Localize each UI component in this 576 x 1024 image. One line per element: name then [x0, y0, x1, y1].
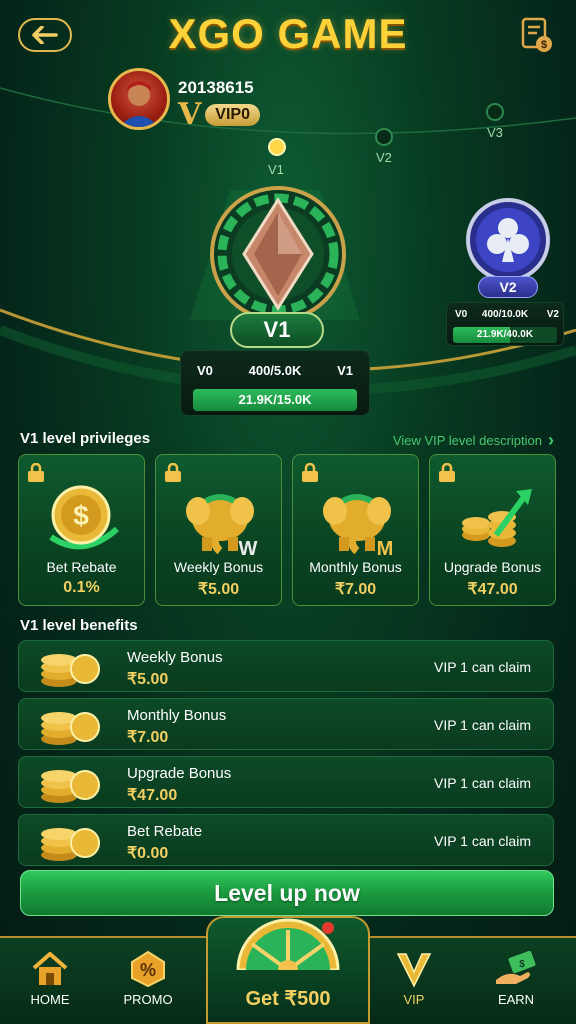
- dollar-coin-icon: $: [49, 485, 119, 550]
- next-bet-text: 21.9K/40.0K: [476, 329, 534, 340]
- get-bonus-label: Get ₹500: [245, 988, 331, 1010]
- privilege-name: Weekly Bonus: [173, 559, 264, 575]
- coin-stack-icon: [41, 770, 100, 803]
- benefit-value: ₹5.00: [127, 671, 169, 688]
- next-exp-text: 400/10.0K: [481, 309, 529, 320]
- privilege-value: ₹5.00: [197, 581, 240, 598]
- nav-promo[interactable]: % PROMO: [108, 950, 188, 1020]
- benefit-item-weekly-bonus[interactable]: Weekly Bonus ₹5.00 VIP 1 can claim: [18, 640, 554, 692]
- privilege-card-weekly-bonus[interactable]: W Weekly Bonus ₹5.00: [155, 454, 282, 606]
- view-vip-description-link[interactable]: View VIP level description ›: [393, 430, 554, 451]
- next-level-panel: V0 400/10.0K V2 21.9K/40.0K: [446, 302, 564, 346]
- benefit-value: ₹7.00: [127, 729, 169, 746]
- track-node-v2: [375, 128, 393, 146]
- nav-promo-label: PROMO: [123, 992, 173, 1007]
- privilege-value: ₹7.00: [334, 581, 377, 598]
- privilege-card-upgrade-bonus[interactable]: Upgrade Bonus ₹47.00: [429, 454, 556, 606]
- home-icon: [32, 952, 68, 985]
- svg-text:M: M: [377, 538, 394, 559]
- nav-earn[interactable]: $ EARN: [476, 950, 556, 1020]
- next-bet-progress: 21.9K/40.0K: [453, 327, 557, 343]
- current-level-panel: V0 400/5.0K V1 21.9K/15.0K: [180, 350, 370, 416]
- vip-v-icon: [396, 953, 432, 988]
- bet-record-button[interactable]: $: [520, 16, 554, 54]
- vip-letter: V: [178, 97, 202, 132]
- svg-text:$: $: [541, 39, 547, 51]
- v2-medal[interactable]: [466, 198, 550, 282]
- nav-vip[interactable]: VIP: [374, 950, 454, 1020]
- coin-stack-icon: [41, 828, 100, 861]
- gold-elephant-icon: W: [186, 494, 258, 559]
- svg-text:%: %: [140, 960, 156, 980]
- nav-vip-label: VIP: [403, 992, 425, 1007]
- benefit-value: ₹0.00: [127, 845, 169, 862]
- benefit-item-monthly-bonus[interactable]: Monthly Bonus ₹7.00 VIP 1 can claim: [18, 698, 554, 750]
- view-vip-description-label: View VIP level description: [392, 433, 542, 448]
- benefit-claim-status: VIP 1 can claim: [433, 833, 531, 849]
- benefit-item-upgrade-bonus[interactable]: Upgrade Bonus ₹47.00 VIP 1 can claim: [18, 756, 554, 808]
- current-to-level: V1: [337, 363, 353, 378]
- track-node-v1: [268, 138, 286, 156]
- club-medal-icon: [466, 198, 550, 282]
- svg-text:W: W: [239, 538, 258, 559]
- benefit-item-bet-rebate[interactable]: Bet Rebate ₹0.00 VIP 1 can claim: [18, 814, 554, 866]
- vip-badge: V VIP0: [178, 97, 260, 132]
- benefit-name: Monthly Bonus: [127, 707, 227, 724]
- bet-record-icon: $: [521, 17, 552, 52]
- privileges-row: $ Bet Rebate 0.1% W Weekly Bonus ₹5.00 M…: [18, 454, 558, 606]
- privilege-card-monthly-bonus[interactable]: M Monthly Bonus ₹7.00: [292, 454, 419, 606]
- coin-stack-icon: [41, 654, 100, 687]
- privilege-value: 0.1%: [63, 579, 100, 596]
- benefit-claim-status: VIP 1 can claim: [433, 659, 531, 675]
- top-bar: XGO GAME $: [0, 0, 576, 70]
- promo-icon: %: [131, 950, 165, 988]
- coins-upgrade-icon: [462, 489, 532, 547]
- gold-elephant-icon: M: [323, 494, 394, 559]
- current-level-pill: V1: [230, 312, 324, 348]
- vip-level: VIP0: [205, 104, 260, 126]
- get-bonus-button[interactable]: Get ₹500: [206, 916, 370, 1024]
- track-node-v3: [486, 103, 504, 121]
- benefit-name: Weekly Bonus: [127, 649, 223, 666]
- track-label-v2: V2: [376, 150, 392, 165]
- user-id: 20138615: [178, 78, 254, 97]
- privilege-name: Monthly Bonus: [309, 559, 402, 575]
- benefit-claim-status: VIP 1 can claim: [433, 775, 531, 791]
- svg-text:$: $: [519, 959, 525, 970]
- current-bet-progress: 21.9K/15.0K: [193, 389, 357, 411]
- coin-stack-icon: [41, 712, 100, 745]
- nav-earn-label: EARN: [497, 992, 535, 1007]
- privilege-value: ₹47.00: [467, 581, 518, 598]
- avatar[interactable]: [108, 68, 170, 130]
- chevron-right-icon: ›: [548, 430, 554, 450]
- privilege-name: Upgrade Bonus: [443, 559, 542, 575]
- nav-home-label: HOME: [30, 992, 70, 1007]
- current-bet-text: 21.9K/15.0K: [238, 392, 312, 407]
- avatar-icon: [119, 81, 159, 127]
- benefit-name: Upgrade Bonus: [127, 765, 232, 782]
- track-label-v1: V1: [268, 162, 284, 177]
- app-title: XGO GAME: [168, 10, 408, 57]
- money-hand-icon: $: [496, 950, 536, 984]
- lucky-wheel-icon: [236, 918, 340, 970]
- next-to-level: V2: [546, 309, 559, 320]
- track-label-v3: V3: [487, 125, 503, 140]
- diamond-medal-icon: [210, 186, 346, 322]
- next-level-pill: V2: [478, 276, 538, 298]
- nav-home[interactable]: HOME: [10, 950, 90, 1020]
- benefit-name: Bet Rebate: [127, 823, 203, 840]
- privileges-title: V1 level privileges: [20, 430, 151, 447]
- privilege-card-bet-rebate[interactable]: $ Bet Rebate 0.1%: [18, 454, 145, 606]
- privilege-name: Bet Rebate: [46, 559, 117, 575]
- benefit-claim-status: VIP 1 can claim: [433, 717, 531, 733]
- level-up-button[interactable]: Level up now: [20, 870, 554, 916]
- benefits-title: V1 level benefits: [20, 617, 138, 634]
- v1-medal: [208, 184, 348, 324]
- svg-text:$: $: [73, 500, 89, 531]
- benefit-value: ₹47.00: [127, 787, 178, 804]
